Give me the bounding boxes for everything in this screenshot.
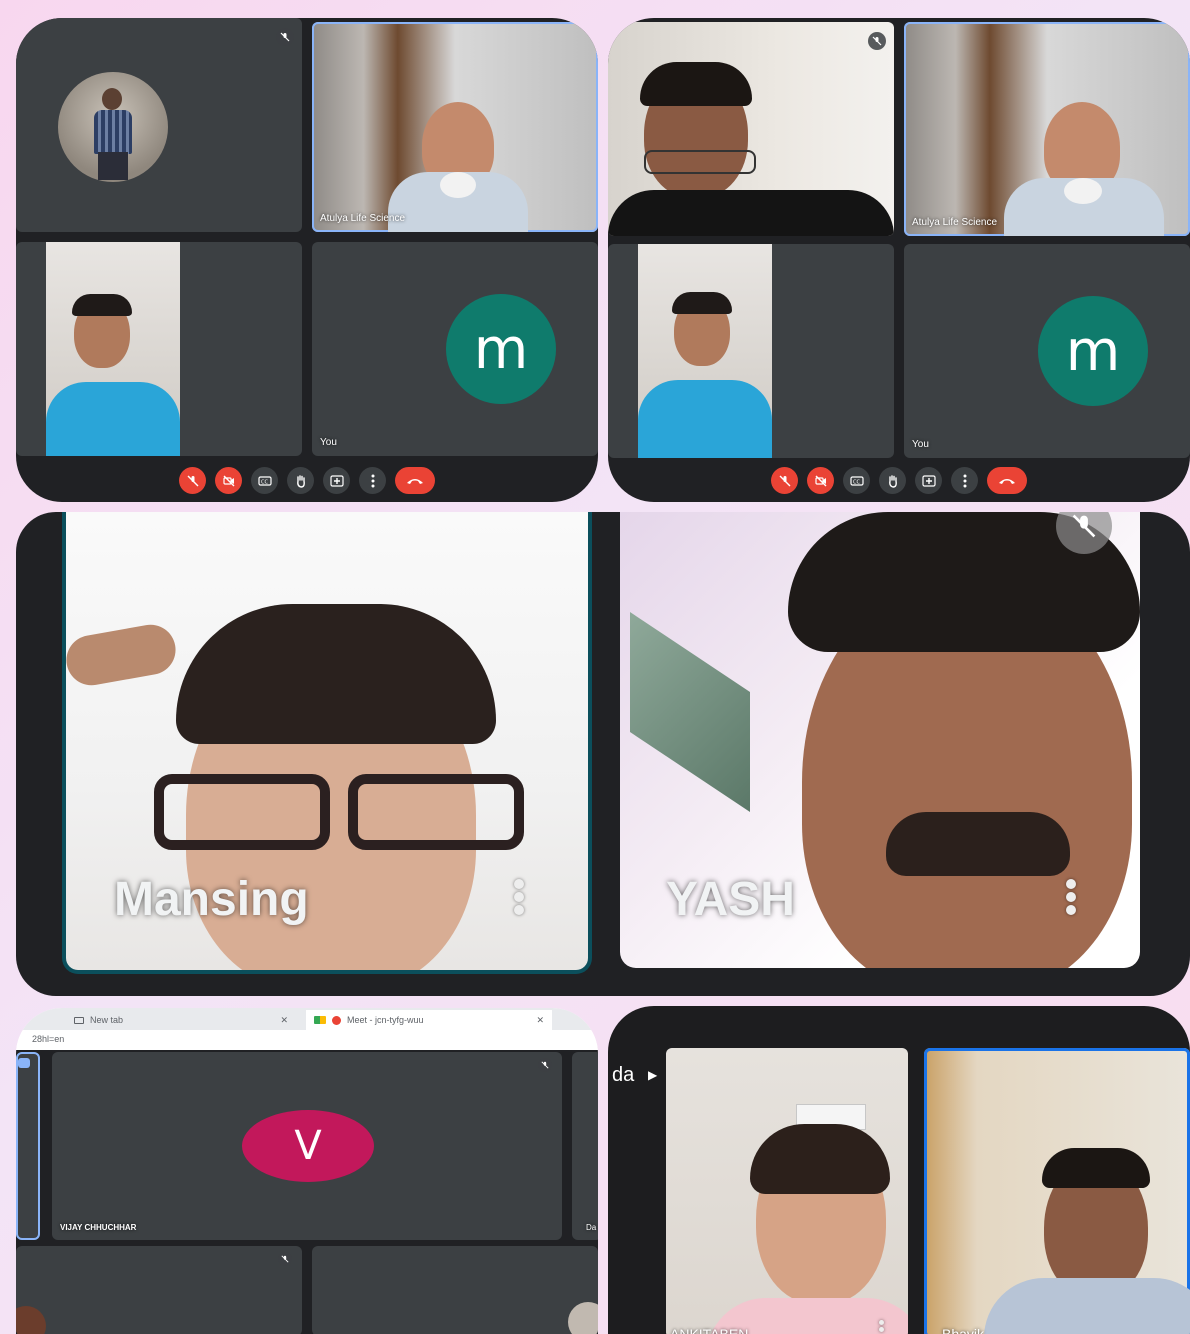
- mic-off-icon: [278, 1252, 292, 1266]
- browser-tab[interactable]: New tab ✕: [66, 1010, 296, 1030]
- url-text: 28hl=en: [32, 1034, 65, 1044]
- participant-name: ANKITABEN: [670, 1326, 749, 1334]
- call-controls: CC: [608, 467, 1190, 494]
- participant-tile-edge[interactable]: [16, 1052, 40, 1240]
- browser-tab-bar: New tab ✕ Meet - jcn-tyfg-wuu ✕: [16, 1008, 598, 1030]
- tab-icon: [74, 1016, 84, 1024]
- captions-button[interactable]: CC: [843, 467, 870, 494]
- meet-screenshot-3: Mansing YASH: [16, 512, 1190, 996]
- mic-off-button[interactable]: [771, 467, 798, 494]
- participant-tile-ankitaben[interactable]: ANKITABEN: [666, 1048, 908, 1334]
- tab-title: New tab: [90, 1015, 124, 1025]
- avatar-m: m: [1038, 296, 1148, 406]
- participant-name: Atulya Life Science: [320, 213, 406, 224]
- close-icon[interactable]: ✕: [280, 1015, 288, 1026]
- mic-off-button[interactable]: [179, 467, 206, 494]
- audio-indicator-icon: [18, 1058, 30, 1068]
- meet-screenshot-4: New tab ✕ Meet - jcn-tyfg-wuu ✕ 28hl=en …: [16, 1008, 598, 1334]
- participant-name: Da: [586, 1223, 597, 1232]
- participant-name: YASH: [666, 873, 795, 926]
- raise-hand-button[interactable]: [287, 467, 314, 494]
- participant-tile-bhavik[interactable]: Bhavik: [924, 1048, 1190, 1334]
- recording-icon: [332, 1015, 341, 1025]
- tab-title: Meet - jcn-tyfg-wuu: [347, 1015, 424, 1025]
- more-options-icon[interactable]: [874, 1318, 888, 1334]
- meet-screenshot-2: Atulya Life Science m You CC: [608, 18, 1190, 502]
- participant-name-edge: da: [612, 1064, 635, 1086]
- participant-name: Bhavik: [942, 1326, 985, 1334]
- participant-tile-video[interactable]: [16, 1246, 302, 1334]
- mic-off-icon: [868, 32, 886, 50]
- participant-tile-atulya[interactable]: Atulya Life Science: [312, 22, 598, 232]
- avatar-v: V: [242, 1110, 374, 1182]
- more-options-button[interactable]: [951, 467, 978, 494]
- meet-screenshot-1: Atulya Life Science m You CC: [16, 18, 598, 502]
- meet-grid: V VIJAY CHHUCHHAR Da: [16, 1050, 598, 1334]
- meet-icon: [314, 1016, 326, 1024]
- profile-avatar: [58, 72, 168, 182]
- svg-text:CC: CC: [853, 479, 860, 485]
- participant-tile-atulya[interactable]: Atulya Life Science: [904, 22, 1190, 236]
- participant-tile-vijay[interactable]: V VIJAY CHHUCHHAR: [52, 1052, 562, 1240]
- raise-hand-button[interactable]: [879, 467, 906, 494]
- participant-name: Mansing: [114, 873, 309, 926]
- browser-tab-active[interactable]: Meet - jcn-tyfg-wuu ✕: [306, 1010, 552, 1030]
- mic-off-icon: [538, 1058, 552, 1072]
- address-bar[interactable]: 28hl=en: [16, 1030, 598, 1050]
- participant-video: [638, 244, 772, 458]
- svg-text:CC: CC: [261, 479, 268, 485]
- participant-name: You: [912, 439, 929, 450]
- participant-tile-video[interactable]: [312, 1246, 598, 1334]
- participant-tile-mansing[interactable]: Mansing: [62, 512, 592, 974]
- present-button[interactable]: [323, 467, 350, 494]
- end-call-button[interactable]: [987, 467, 1027, 494]
- participant-tile-edge-right[interactable]: Da: [572, 1052, 598, 1240]
- captions-button[interactable]: CC: [251, 467, 278, 494]
- participant-tile-you[interactable]: m You: [312, 242, 598, 456]
- participant-video: [46, 242, 180, 456]
- participant-name: Atulya Life Science: [912, 217, 998, 228]
- meet-screenshot-5: da ▶ ANKITABEN Bhavik: [608, 1006, 1190, 1334]
- participant-name: You: [320, 437, 337, 448]
- camera-off-button[interactable]: [807, 467, 834, 494]
- more-options-button[interactable]: [359, 467, 386, 494]
- participant-name: VIJAY CHHUCHHAR: [60, 1223, 137, 1232]
- participant-tile-you[interactable]: m You: [904, 244, 1190, 458]
- end-call-button[interactable]: [395, 467, 435, 494]
- avatar-m: m: [446, 294, 556, 404]
- participant-tile-video[interactable]: [16, 242, 302, 456]
- call-controls: CC: [16, 467, 598, 494]
- more-options-icon[interactable]: [1064, 876, 1078, 918]
- camera-off-button[interactable]: [215, 467, 242, 494]
- participant-tile-video[interactable]: [608, 22, 894, 236]
- play-arrow-icon: ▶: [648, 1068, 658, 1082]
- more-options-icon[interactable]: [512, 876, 526, 918]
- close-icon[interactable]: ✕: [536, 1015, 544, 1026]
- mic-off-icon: [276, 28, 294, 46]
- participant-tile-profile[interactable]: [16, 18, 302, 232]
- participant-tile-video[interactable]: [608, 244, 894, 458]
- participant-tile-yash[interactable]: YASH: [620, 512, 1140, 968]
- present-button[interactable]: [915, 467, 942, 494]
